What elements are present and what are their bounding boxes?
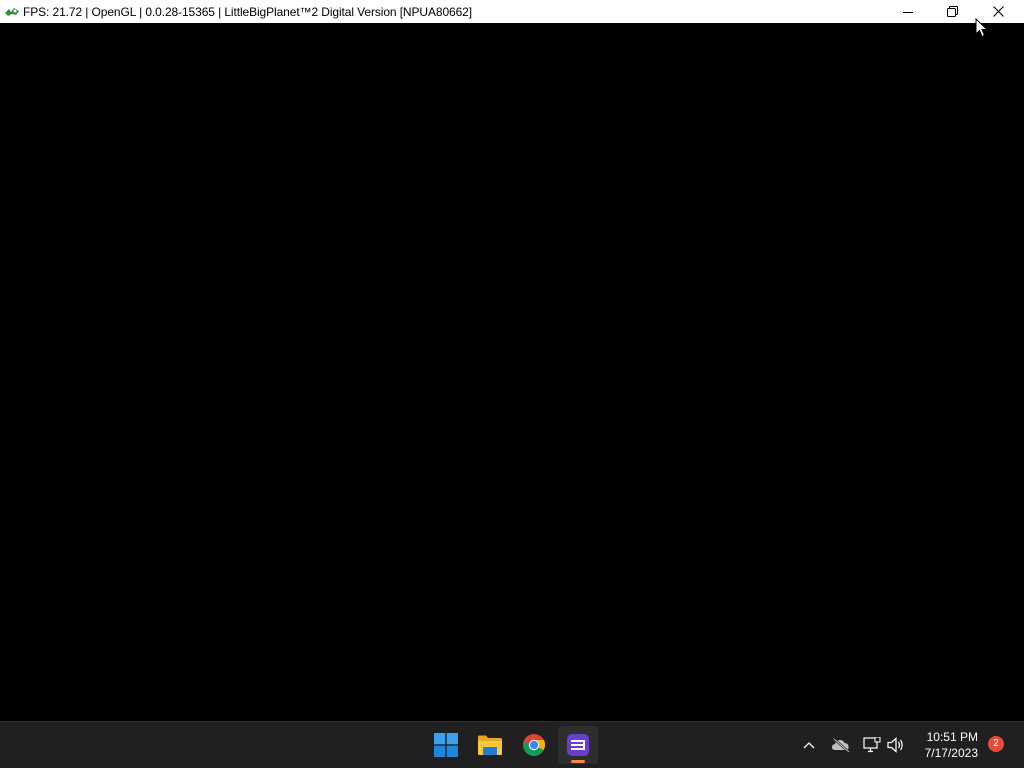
start-button[interactable] <box>426 726 466 764</box>
file-explorer-button[interactable] <box>470 726 510 764</box>
volume-tray-button[interactable] <box>885 734 907 756</box>
restore-button[interactable] <box>930 0 975 23</box>
minimize-icon <box>902 11 913 13</box>
taskbar: 10:51 PM 7/17/2023 <box>0 721 1024 768</box>
title-bar[interactable]: FPS: 21.72 | OpenGL | 0.0.28-15365 | Lit… <box>0 0 1024 23</box>
rpcs3-taskbar-button[interactable] <box>558 726 598 764</box>
show-hidden-icons-button[interactable] <box>798 734 820 756</box>
clock-time: 10:51 PM <box>926 730 978 744</box>
chrome-icon <box>523 734 545 756</box>
system-clock[interactable]: 10:51 PM 7/17/2023 <box>908 729 978 761</box>
network-icon <box>863 737 881 753</box>
network-tray-button[interactable] <box>861 734 883 756</box>
clock-date: 7/17/2023 <box>924 746 978 760</box>
rpcs3-app-icon <box>4 4 20 20</box>
folder-icon <box>478 735 502 755</box>
game-render-area[interactable] <box>0 23 1024 721</box>
window-title: FPS: 21.72 | OpenGL | 0.0.28-15365 | Lit… <box>23 4 472 19</box>
close-icon <box>993 6 1004 17</box>
chrome-button[interactable] <box>514 726 554 764</box>
chevron-up-icon <box>803 742 815 749</box>
windows-start-icon <box>434 733 458 757</box>
emulator-window: FPS: 21.72 | OpenGL | 0.0.28-15365 | Lit… <box>0 0 1024 721</box>
active-app-indicator <box>571 760 585 763</box>
app-list-icon <box>567 734 589 756</box>
cloud-off-icon <box>832 738 850 753</box>
restore-icon <box>947 6 958 17</box>
minimize-button[interactable] <box>885 0 930 23</box>
speaker-icon <box>887 737 903 753</box>
onedrive-tray-button[interactable] <box>830 734 852 756</box>
mouse-cursor-icon <box>975 18 989 38</box>
notification-badge[interactable]: 2 <box>988 736 1004 752</box>
